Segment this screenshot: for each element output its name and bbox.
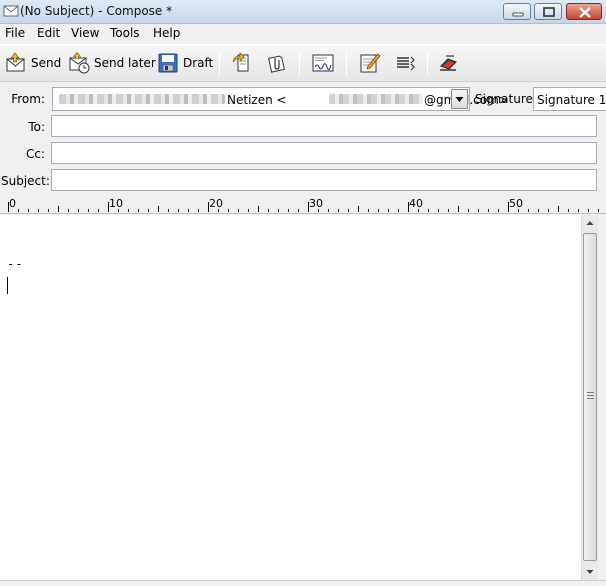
send-icon	[6, 52, 25, 72]
close-icon	[579, 7, 591, 18]
toolbar-separator	[299, 52, 300, 76]
ruler-label: 0	[9, 197, 16, 210]
format-button[interactable]	[390, 49, 420, 77]
send-button[interactable]: Send	[1, 49, 61, 77]
ruler-label: 50	[509, 197, 523, 210]
draft-icon	[158, 53, 178, 73]
ruler-label: 20	[209, 197, 223, 210]
insert-file-button[interactable]	[226, 49, 256, 77]
status-bar	[0, 580, 606, 586]
toolbar-separator	[427, 52, 428, 76]
signature-separator: --	[7, 257, 24, 271]
menu-file[interactable]: File	[5, 26, 25, 40]
format-icon	[397, 56, 415, 71]
signature-value: Signature 1	[537, 93, 606, 107]
window-edge	[598, 215, 606, 580]
ruler-label: 40	[409, 197, 423, 210]
chevron-down-icon	[455, 97, 464, 102]
from-name: Netizen <	[227, 93, 287, 107]
signature-label: Signature:	[475, 92, 537, 106]
close-button[interactable]	[566, 3, 602, 20]
window-title: (No Subject) - Compose *	[20, 4, 173, 18]
from-dropdown-button[interactable]	[451, 89, 468, 109]
ruler-label: 10	[109, 197, 123, 210]
mail-compose-icon	[3, 5, 19, 17]
toolbar-separator	[219, 52, 220, 76]
grip-icon	[587, 392, 594, 400]
draft-button[interactable]: Draft	[153, 49, 213, 77]
menu-tools[interactable]: Tools	[110, 26, 140, 40]
send-later-icon	[69, 52, 90, 74]
spellcheck-button[interactable]	[434, 49, 464, 77]
insert-file-icon	[232, 52, 249, 72]
to-label: To:	[28, 120, 45, 134]
spellcheck-icon	[440, 55, 457, 71]
cc-field[interactable]	[51, 142, 597, 164]
send-label: Send	[31, 56, 62, 70]
title-bar: (No Subject) - Compose *	[0, 0, 606, 24]
menu-bar: File Edit View Tools Help	[0, 24, 606, 44]
maximize-button[interactable]	[534, 3, 562, 20]
menu-help[interactable]: Help	[153, 26, 180, 40]
cc-label: Cc:	[25, 147, 45, 161]
minimize-button[interactable]	[503, 3, 531, 20]
signature-button[interactable]	[308, 49, 338, 77]
signature-select[interactable]: Signature 1	[533, 87, 606, 111]
menu-edit[interactable]: Edit	[37, 26, 60, 40]
scroll-down-icon[interactable]	[582, 563, 598, 580]
text-caret	[7, 277, 8, 294]
ruler-label: 30	[309, 197, 323, 210]
from-label: From:	[11, 92, 45, 106]
attach-button[interactable]	[261, 49, 291, 77]
subject-label: Subject:	[1, 174, 50, 188]
signature-icon	[312, 54, 334, 72]
scroll-up-icon[interactable]	[582, 215, 598, 232]
from-dropdown[interactable]: Netizen < @gmail.com>	[52, 87, 509, 111]
edit-icon	[360, 53, 381, 73]
vertical-scrollbar[interactable]	[581, 215, 598, 580]
subject-field[interactable]	[51, 169, 597, 191]
ruler: 0 10 20 30 40 50	[0, 195, 606, 214]
scrollbar-thumb[interactable]	[583, 233, 597, 561]
message-body[interactable]: --	[0, 215, 581, 580]
minimize-icon	[512, 12, 524, 17]
redacted-text	[329, 94, 423, 104]
send-later-button[interactable]: Send later	[64, 49, 156, 77]
maximize-icon	[543, 7, 555, 17]
toolbar: Send Send later Draft	[0, 44, 606, 82]
send-later-label: Send later	[94, 56, 156, 70]
attach-icon	[268, 55, 285, 73]
to-field[interactable]	[51, 115, 597, 137]
toolbar-separator	[346, 52, 347, 76]
draft-label: Draft	[183, 56, 214, 70]
menu-view[interactable]: View	[71, 26, 99, 40]
edit-button[interactable]	[355, 49, 385, 77]
redacted-text	[59, 94, 225, 104]
